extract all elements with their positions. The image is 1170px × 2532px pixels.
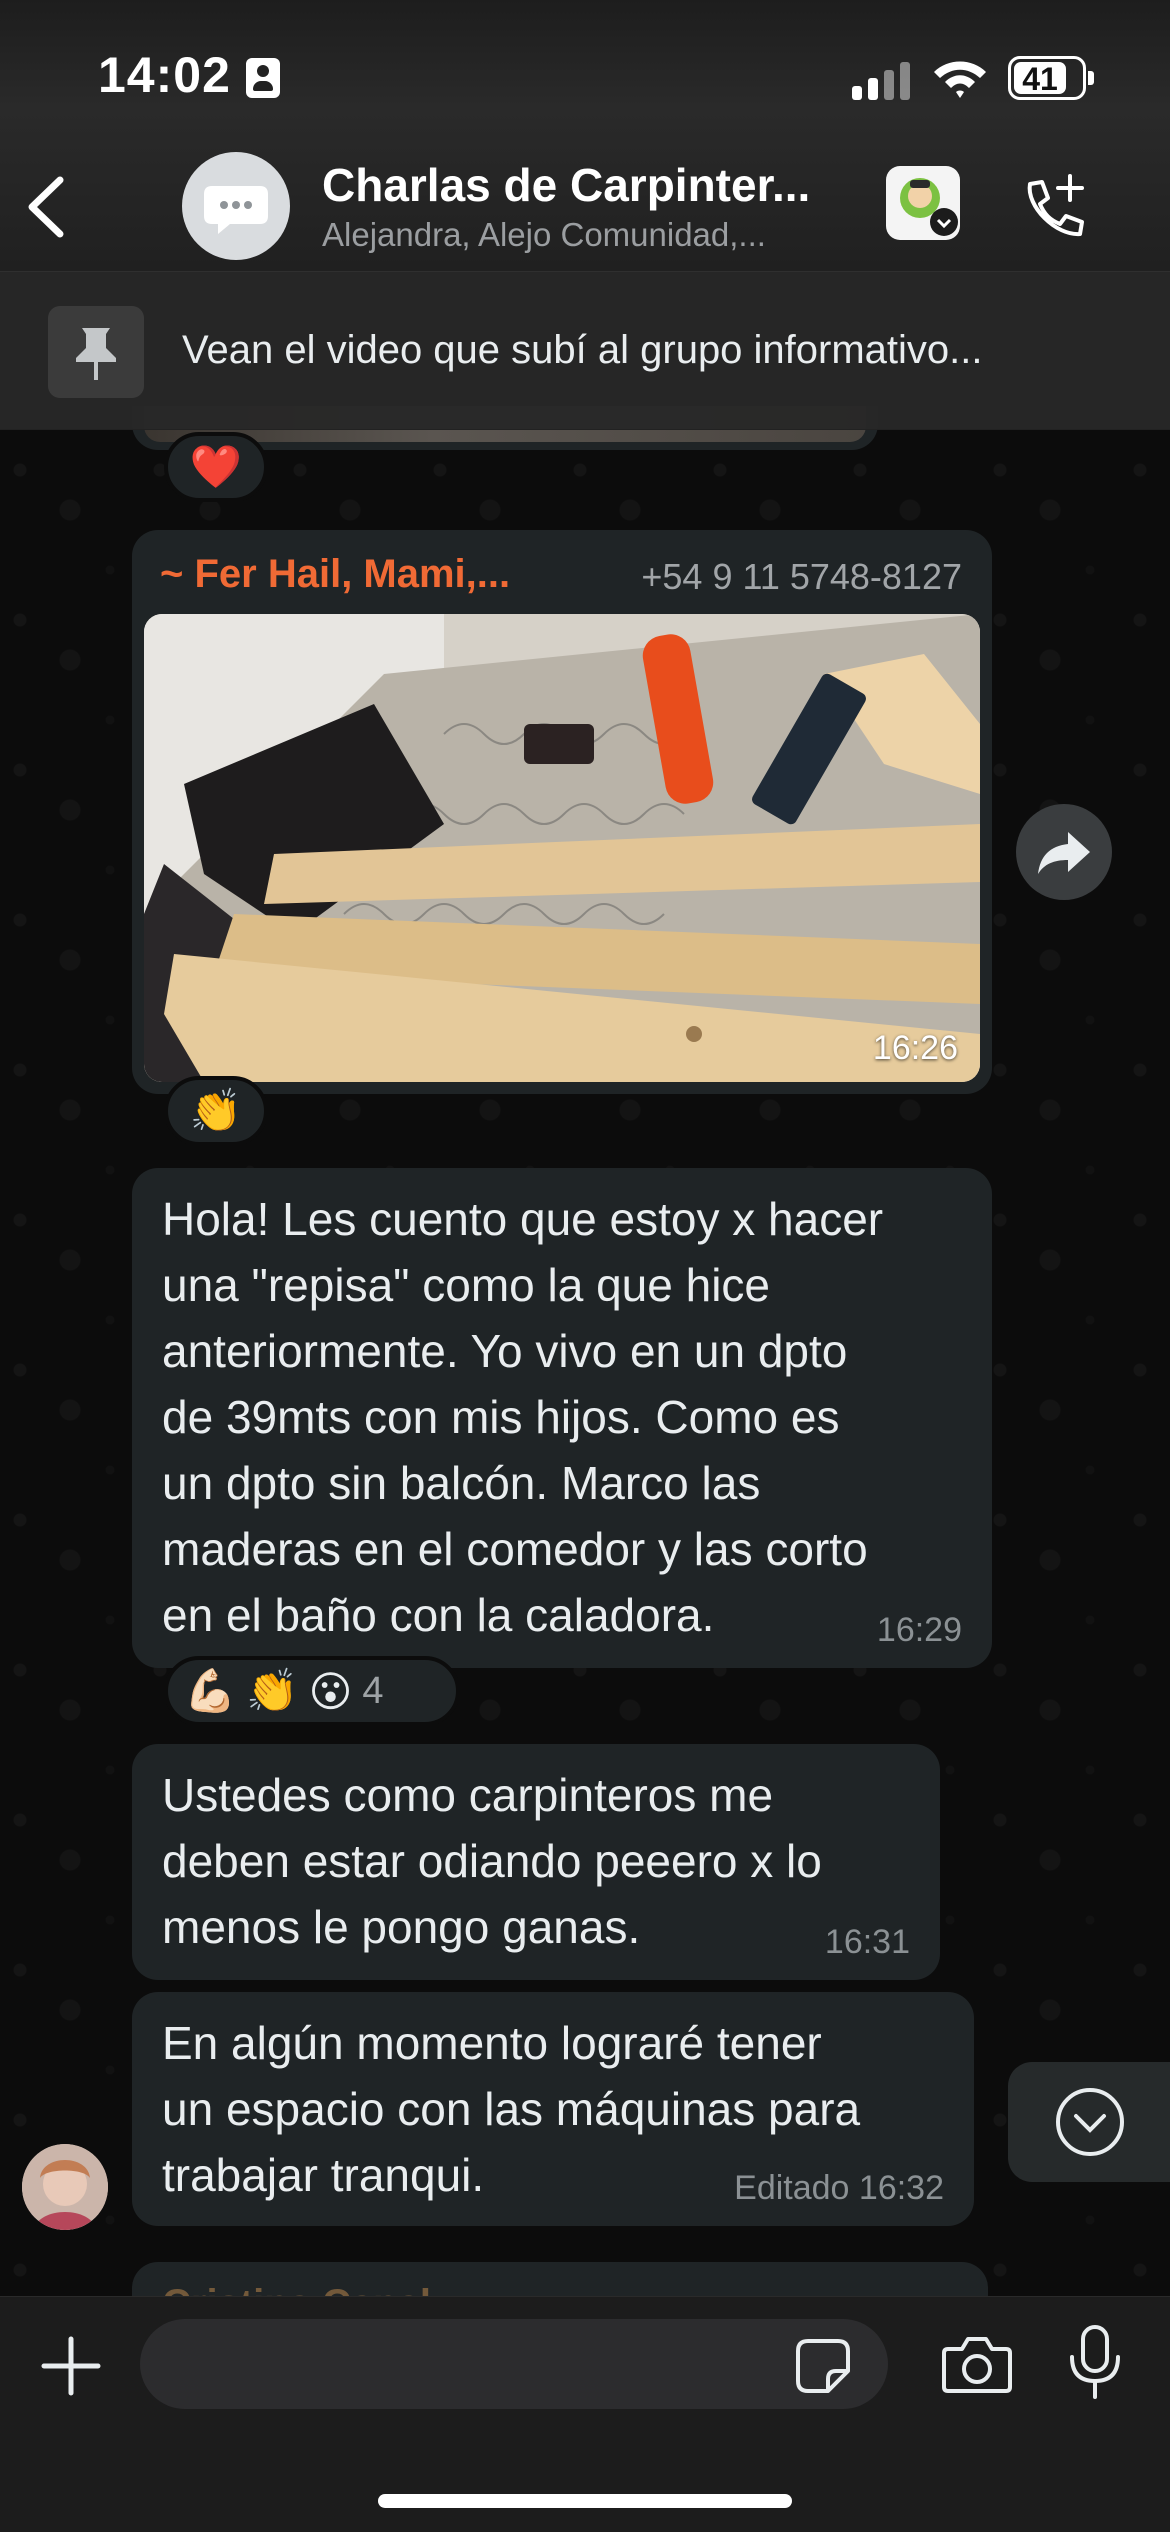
id-card-icon	[246, 58, 280, 98]
pinned-message-bar[interactable]: Vean el video que subí al grupo informat…	[0, 272, 1170, 430]
reaction-emoji: 👏	[189, 1086, 243, 1134]
message-input[interactable]	[140, 2319, 888, 2409]
sender-phone: +54 9 11 5748-8127	[641, 556, 962, 597]
avatar-photo	[22, 2144, 108, 2230]
message-time: 16:26	[872, 1029, 958, 1067]
scroll-to-bottom-button[interactable]	[1008, 2062, 1170, 2182]
sticker-button[interactable]	[886, 166, 960, 240]
message-text: Ustedes como carpinteros me deben estar …	[162, 1769, 822, 1953]
pinned-message-text: Vean el video que subí al grupo informat…	[182, 328, 983, 372]
chevron-down-circle-icon	[1056, 2088, 1124, 2156]
photo-wood-planks[interactable]: 16:26	[144, 614, 980, 1082]
message-time: Editado 16:32	[734, 2169, 944, 2207]
chat-header: 14:02 41 Charlas de Carpinter... Alejand…	[0, 0, 1170, 272]
reaction-emoji: ❤️	[189, 442, 243, 490]
status-time: 14:02	[98, 47, 231, 103]
sticker-icon	[796, 2339, 850, 2393]
message-time: 16:31	[824, 1923, 910, 1961]
reaction-badge[interactable]: ❤️	[164, 432, 268, 502]
camera-icon	[942, 2337, 1012, 2393]
attach-button[interactable]	[36, 2331, 106, 2401]
forward-icon	[1038, 832, 1090, 874]
forward-button[interactable]	[1016, 804, 1112, 900]
camera-button[interactable]	[940, 2329, 1014, 2399]
message-text: Hola! Les cuento que estoy x hacer una "…	[162, 1193, 884, 1641]
pin-glyph	[76, 328, 116, 380]
reaction-badge[interactable]: 👏	[164, 1076, 268, 1146]
chat-bubble-icon	[204, 186, 268, 234]
plus-icon	[41, 2336, 101, 2396]
add-call-icon	[1027, 174, 1084, 237]
back-button[interactable]	[20, 172, 80, 242]
home-indicator[interactable]	[378, 2494, 792, 2508]
sticker-input-button[interactable]	[794, 2337, 852, 2395]
wifi-icon	[934, 61, 986, 98]
image-message[interactable]: ~ Fer Hail, Mami,... +54 9 11 5748-8127	[132, 530, 992, 1094]
reaction-emoji: 😮	[308, 1667, 353, 1715]
add-call-button[interactable]	[1016, 170, 1090, 244]
microphone-button[interactable]	[1064, 2323, 1126, 2403]
cellular-signal-icon	[852, 60, 912, 100]
sticker-icon	[900, 178, 958, 236]
reaction-emoji: 💪🏻	[184, 1666, 237, 1714]
microphone-icon	[1070, 2325, 1120, 2399]
reaction-badge[interactable]: 💪🏻 👏 😮 4	[164, 1656, 460, 1726]
text-message[interactable]: En algún momento lograré tener un espaci…	[132, 1992, 974, 2226]
text-message[interactable]: Hola! Les cuento que estoy x hacer una "…	[132, 1168, 992, 1668]
reaction-count: 4	[362, 1669, 384, 1712]
chat-title[interactable]: Charlas de Carpinter...	[322, 158, 842, 212]
sender-name[interactable]: ~ Fer Hail, Mami,...	[160, 552, 510, 597]
message-time: 16:29	[876, 1611, 962, 1649]
chat-participants[interactable]: Alejandra, Alejo Comunidad,...	[322, 216, 842, 254]
battery-icon: 41	[1008, 56, 1094, 100]
text-message[interactable]: Ustedes como carpinteros me deben estar …	[132, 1744, 940, 1980]
photo-image	[144, 614, 980, 1082]
reaction-emoji: 👏	[246, 1666, 299, 1714]
sender-avatar[interactable]	[22, 2144, 108, 2230]
group-avatar[interactable]	[182, 152, 290, 260]
chevron-left-icon	[28, 176, 64, 238]
battery-level: 41	[1022, 61, 1058, 97]
pin-icon	[48, 306, 144, 398]
